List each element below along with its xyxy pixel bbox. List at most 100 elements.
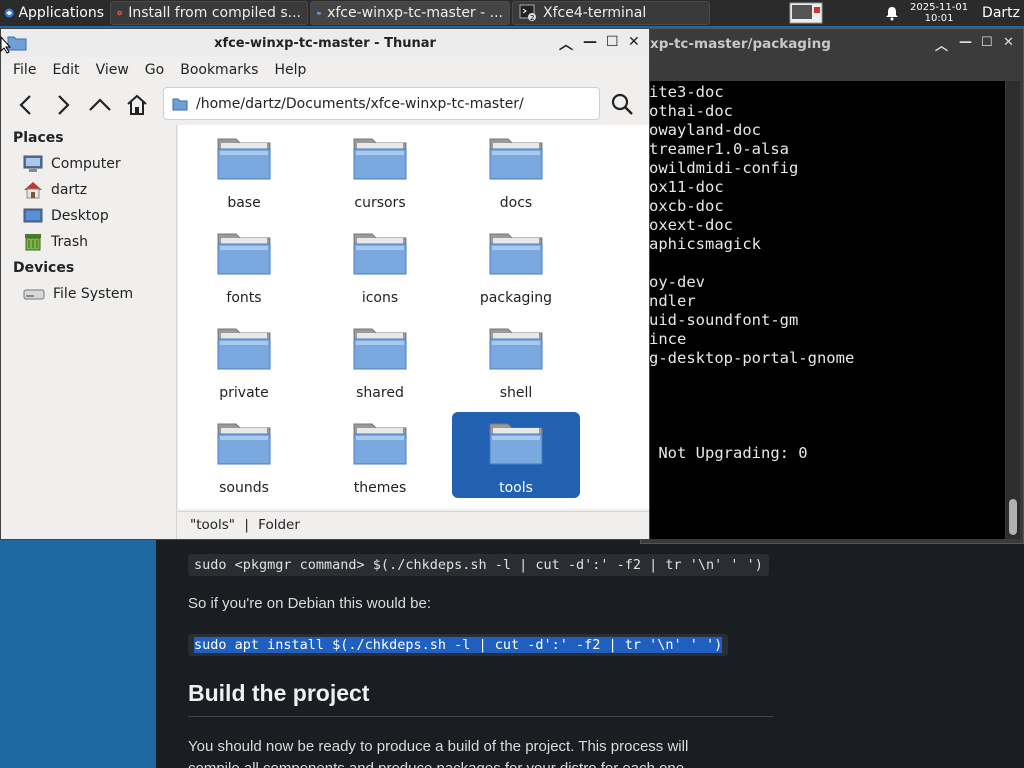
terminal-line: oxcb-doc (649, 197, 724, 215)
thunar-titlebar[interactable]: xfce-winxp-tc-master - Thunar ︿ — ☐ ✕ (1, 29, 649, 57)
task-label: Install from compiled s... (128, 5, 301, 21)
folder-private[interactable]: private (180, 317, 308, 403)
chevron-up-icon (88, 98, 111, 111)
sidebar-item-desktop[interactable]: Desktop (1, 203, 176, 229)
folder-shell[interactable]: shell (452, 317, 580, 403)
paragraph: So if you're on Debian this would be: (188, 595, 432, 612)
folder-icon (489, 328, 543, 370)
terminal-lines: ite3-doc othai-doc owayland-doc treamer1.0-… (649, 83, 854, 463)
home-icon (24, 182, 42, 199)
status-bar: "tools" | Folder (178, 511, 649, 539)
sidebar-item-label: Trash (51, 234, 88, 250)
task-thunar[interactable]: xfce-winxp-tc-master - ... (310, 1, 510, 25)
terminal-line: owildmidi-config (649, 159, 799, 177)
workspace-switcher-icon[interactable] (788, 1, 824, 25)
menu-edit[interactable]: Edit (44, 62, 87, 78)
folder-label: fonts (226, 290, 262, 306)
location-bar[interactable]: /home/dartz/Documents/xfce-winxp-tc-mast… (163, 87, 600, 120)
file-view[interactable]: base cursors docs fonts icons packaging privat… (178, 125, 649, 509)
folder-base[interactable]: base (180, 127, 308, 213)
devices-heading: Devices (13, 260, 75, 276)
menu-file[interactable]: File (5, 62, 44, 78)
terminal-line: ox11-doc (649, 178, 724, 196)
search-button[interactable] (605, 88, 639, 120)
minimize-icon[interactable]: — (583, 34, 597, 50)
folder-icon (489, 423, 543, 465)
parent-folder-button[interactable] (81, 87, 118, 123)
folder-fonts[interactable]: fonts (180, 222, 308, 308)
section-heading: Build the project (188, 680, 370, 706)
close-icon[interactable]: ✕ (1003, 35, 1014, 50)
maximize-icon[interactable]: ☐ (981, 35, 993, 50)
sidebar-item-label: Desktop (51, 208, 109, 224)
folder-icon (217, 423, 271, 465)
folder-sounds[interactable]: sounds (180, 412, 308, 498)
desktop-icon (23, 208, 43, 223)
folder-icons[interactable]: icons (316, 222, 444, 308)
folder-cursors[interactable]: cursors (316, 127, 444, 213)
browser-page: sudo <pkgmgr command> $(./chkdeps.sh -l … (156, 540, 1024, 768)
terminal-line: othai-doc (649, 102, 733, 120)
home-button[interactable] (118, 87, 155, 123)
folder-icon (353, 423, 407, 465)
terminal-icon: 2 (519, 4, 536, 22)
clock-date: 2025-11-01 (909, 2, 969, 13)
notification-bell-icon[interactable] (884, 5, 900, 21)
folder-docs[interactable]: docs (452, 127, 580, 213)
folder-themes[interactable]: themes (316, 412, 444, 498)
minimize-icon[interactable]: — (959, 35, 972, 50)
terminal-output[interactable]: ite3-doc othai-doc owayland-doc treamer1.0-… (649, 81, 1005, 539)
user-menu[interactable]: Dartz (974, 5, 1024, 21)
chevron-up-icon[interactable]: ︿ (559, 34, 573, 54)
scrollbar-thumb[interactable] (1009, 499, 1017, 535)
folder-packaging[interactable]: packaging (452, 222, 580, 308)
menu-view[interactable]: View (88, 62, 137, 78)
computer-icon (23, 155, 43, 172)
folder-icon (353, 233, 407, 275)
chevron-left-icon (18, 95, 31, 115)
terminal-line: oy-dev (649, 273, 705, 291)
clock[interactable]: 2025-11-01 10:01 (904, 2, 974, 24)
terminal-scrollbar[interactable] (1006, 81, 1020, 539)
task-label: Xfce4-terminal (543, 5, 647, 21)
sidebar-item-trash[interactable]: Trash (1, 229, 176, 255)
status-selected-name: "tools" (190, 517, 236, 533)
sidebar-item-label: dartz (51, 182, 88, 198)
folder-shared[interactable]: shared (316, 317, 444, 403)
terminal-line: ite3-doc (649, 83, 724, 101)
applications-menu-button[interactable]: Applications (0, 0, 108, 26)
menu-help[interactable]: Help (266, 62, 314, 78)
sidebar-item-file-system[interactable]: File System (1, 281, 176, 307)
terminal-line: oxext-doc (649, 216, 733, 234)
folder-icon (217, 233, 271, 275)
task-terminal[interactable]: 2 Xfce4-terminal (512, 1, 710, 25)
terminal-line: aphicsmagick (649, 235, 761, 253)
top-panel: Applications Install from compiled s... … (0, 0, 1024, 26)
folder-icon (217, 138, 271, 180)
mouse-cursor-icon (0, 36, 12, 54)
sidebar-item-computer[interactable]: Computer (1, 151, 176, 177)
sidebar-item-dartz[interactable]: dartz (1, 177, 176, 203)
menu-bookmarks[interactable]: Bookmarks (172, 62, 266, 78)
maximize-icon[interactable]: ☐ (606, 34, 619, 50)
drive-icon (23, 289, 45, 300)
terminal-line: ndler (649, 292, 696, 310)
firefox-icon (117, 10, 122, 16)
paragraph: compile all components and produce packa… (188, 760, 688, 768)
close-icon[interactable]: ✕ (628, 34, 640, 50)
back-button[interactable] (7, 87, 44, 123)
task-label: xfce-winxp-tc-master - ... (327, 5, 503, 21)
folder-tools[interactable]: tools (452, 412, 580, 498)
menu-go[interactable]: Go (137, 62, 172, 78)
home-icon (126, 94, 147, 115)
terminal-titlebar[interactable]: xp-tc-master/packaging ︿ — ☐ ✕ (641, 29, 1023, 59)
folder-label: shell (499, 385, 533, 401)
chevron-up-icon[interactable]: ︿ (935, 35, 948, 54)
terminal-line: treamer1.0-alsa (649, 140, 789, 158)
sidebar-item-label: Computer (51, 156, 121, 172)
forward-button[interactable] (44, 87, 81, 123)
task-firefox[interactable]: Install from compiled s... (110, 1, 308, 25)
